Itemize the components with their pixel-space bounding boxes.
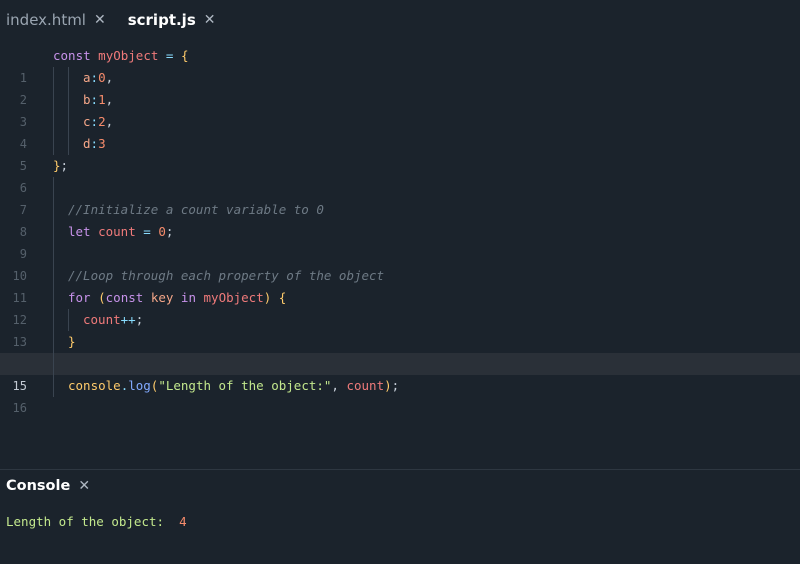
indent-guide [53, 133, 54, 155]
code-content: d:3 [83, 136, 106, 151]
code-editor[interactable]: 1 const myObject = { 2 a:0, 3 b:1, 4 c:2… [0, 45, 800, 415]
code-content: let count = 0; [68, 224, 174, 239]
indent-guide [53, 375, 54, 397]
indent-guide [53, 221, 54, 243]
indent-guide [68, 111, 69, 133]
code-line: 7 [0, 177, 800, 217]
console-output-value: 4 [179, 514, 187, 529]
code-line: 5 d:3 [0, 133, 800, 173]
code-line: 3 b:1, [0, 89, 800, 129]
code-content: }; [53, 158, 69, 173]
code-content: console.log("Length of the object:", cou… [68, 378, 400, 393]
code-content: //Loop through each property of the obje… [68, 268, 385, 283]
code-line: 16 console.log("Length of the object:", … [0, 375, 800, 415]
tab-script-js[interactable]: script.js ✕ [128, 0, 216, 40]
code-content: count++; [83, 312, 144, 327]
code-line: 4 c:2, [0, 111, 800, 151]
code-line: 13 count++; [0, 309, 800, 349]
indent-guide [68, 133, 69, 155]
tab-label: script.js [127, 11, 196, 29]
indent-guide [68, 89, 69, 111]
indent-guide [53, 177, 54, 199]
code-content: a:0, [83, 70, 114, 85]
console-panel: Console ✕ Length of the object: 4 [0, 469, 800, 564]
tab-index-html[interactable]: index.html ✕ [6, 0, 106, 40]
indent-guide [53, 199, 54, 221]
console-output-text: Length of the object: [6, 514, 165, 529]
code-content: } [68, 334, 76, 349]
code-line: 2 a:0, [0, 67, 800, 107]
code-line: 11 //Loop through each property of the o… [0, 265, 800, 305]
indent-guide [53, 243, 54, 265]
indent-guide [53, 265, 54, 287]
close-icon[interactable]: ✕ [78, 478, 90, 494]
code-content: c:2, [83, 114, 114, 129]
code-line: 14 } [0, 331, 800, 371]
code-line: 10 [0, 243, 800, 283]
console-title[interactable]: Console [6, 478, 70, 494]
indent-guide [53, 309, 54, 331]
close-icon[interactable]: ✕ [204, 12, 216, 28]
code-line: 12 for (const key in myObject) { [0, 287, 800, 327]
indent-guide [53, 67, 54, 89]
indent-guide [53, 353, 54, 375]
code-line: 6 }; [0, 155, 800, 195]
console-output: Length of the object: 4 [6, 514, 187, 529]
tab-bar: index.html ✕ script.js ✕ [0, 0, 800, 40]
indent-guide [53, 331, 54, 353]
code-line: 9 let count = 0; [0, 221, 800, 261]
indent-guide [53, 111, 54, 133]
code-line: 1 const myObject = { [0, 45, 800, 85]
code-line: 8 //Initialize a count variable to 0 [0, 199, 800, 239]
indent-guide [68, 67, 69, 89]
indent-guide [53, 287, 54, 309]
code-content: //Initialize a count variable to 0 [68, 202, 324, 217]
close-icon[interactable]: ✕ [94, 12, 106, 28]
indent-guide [53, 89, 54, 111]
line-number: 16 [12, 401, 27, 415]
tab-label: index.html [6, 11, 86, 29]
current-line[interactable]: 15 [0, 353, 800, 393]
console-header: Console ✕ [6, 478, 90, 494]
code-content: b:1, [83, 92, 114, 107]
code-content: for (const key in myObject) { [68, 290, 287, 305]
indent-guide [68, 309, 69, 331]
code-content: const myObject = { [53, 48, 189, 63]
